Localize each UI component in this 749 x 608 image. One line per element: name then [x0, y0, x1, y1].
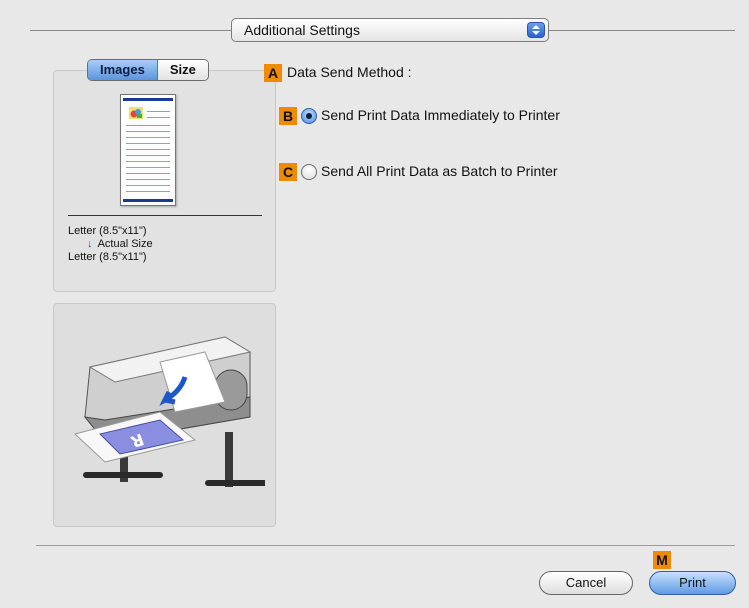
paper-size-text: Letter (8.5"x11"): [68, 225, 147, 237]
down-arrow-icon: ↓: [87, 238, 93, 250]
send-immediately-radio[interactable]: [301, 108, 317, 124]
print-button[interactable]: Print: [649, 571, 736, 595]
send-immediately-label[interactable]: Send Print Data Immediately to Printer: [321, 107, 560, 123]
settings-popup[interactable]: Additional Settings: [231, 18, 549, 42]
top-separator-left: [30, 30, 231, 31]
preview-divider: [68, 215, 262, 216]
printer-illustration: R: [65, 322, 275, 507]
marker-a: A: [264, 64, 282, 82]
tab-images[interactable]: Images: [88, 60, 158, 80]
data-send-method-label: Data Send Method :: [287, 64, 412, 80]
preview-tabs: Images Size: [87, 59, 209, 81]
cancel-button[interactable]: Cancel: [539, 571, 633, 595]
image-thumbnail-icon: [129, 107, 143, 119]
scaling-text: Actual Size: [97, 238, 153, 250]
tab-size[interactable]: Size: [157, 60, 208, 80]
settings-popup-label: Additional Settings: [244, 22, 360, 38]
footer-separator: [36, 545, 735, 546]
marker-m: M: [653, 551, 671, 569]
send-batch-label[interactable]: Send All Print Data as Batch to Printer: [321, 163, 558, 179]
scaling-row: ↓ Actual Size: [87, 238, 153, 251]
output-size-text: Letter (8.5"x11"): [68, 251, 147, 263]
stepper-icon: [527, 22, 545, 38]
marker-b: B: [279, 107, 297, 125]
marker-c: C: [279, 163, 297, 181]
top-separator-right: [549, 30, 735, 31]
send-batch-radio[interactable]: [301, 164, 317, 180]
page-preview: [120, 94, 176, 206]
